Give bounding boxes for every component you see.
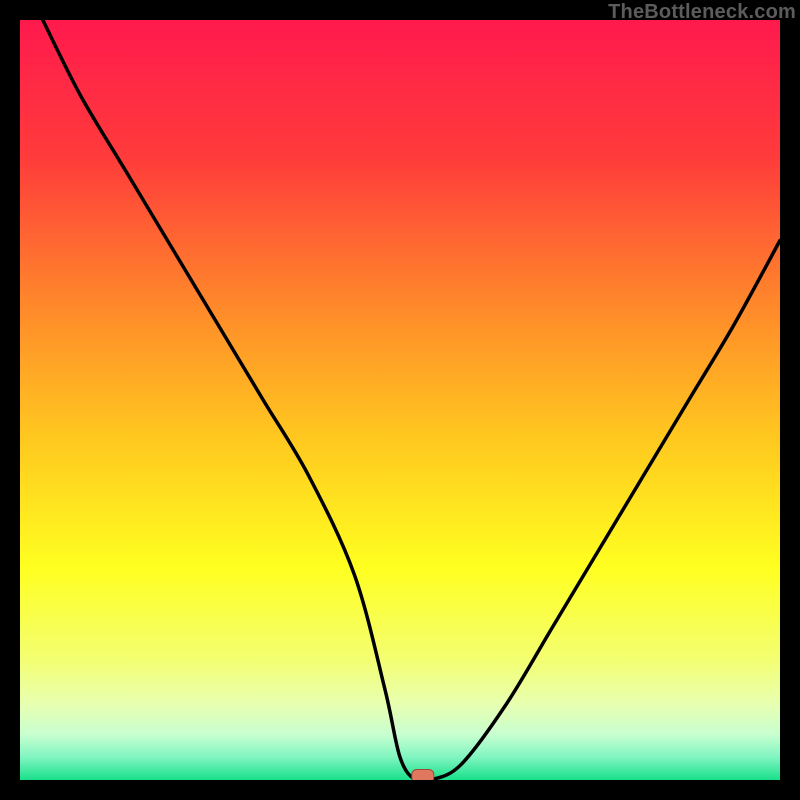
optimum-marker — [412, 769, 434, 780]
gradient-background — [20, 20, 780, 780]
watermark-text: TheBottleneck.com — [608, 0, 796, 24]
plot-area — [20, 20, 780, 780]
chart-frame: TheBottleneck.com — [0, 0, 800, 800]
chart-svg — [20, 20, 780, 780]
